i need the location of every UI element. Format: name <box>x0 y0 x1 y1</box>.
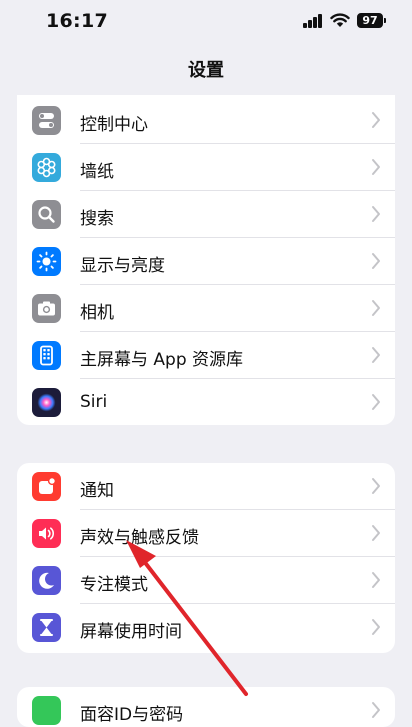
settings-row-label: 通知 <box>80 481 114 501</box>
settings-group-1: 控制中心 墙纸 搜索 显示与亮度 相机 主屏幕与 App 资源库 Siri <box>17 95 395 425</box>
settings-row-label: 主屏幕与 App 资源库 <box>80 350 244 370</box>
chevron-right-icon <box>372 112 380 128</box>
settings-row-label: 控制中心 <box>80 115 148 135</box>
settings-row-label: 墙纸 <box>80 162 114 182</box>
settings-row-label: 搜索 <box>80 209 114 229</box>
settings-row-label: Siri <box>80 392 108 412</box>
settings-row-screen-time[interactable]: 屏幕使用时间 <box>17 604 395 651</box>
settings-group-2: 通知 声效与触感反馈 专注模式 屏幕使用时间 <box>17 463 395 653</box>
search-icon <box>32 200 61 229</box>
chevron-right-icon <box>372 159 380 175</box>
chevron-right-icon <box>372 300 380 316</box>
control-center-icon <box>32 106 61 135</box>
settings-row-face-id[interactable]: 面容ID与密码 <box>17 687 395 727</box>
status-bar: 16:17 97 <box>0 0 412 44</box>
battery-tip <box>384 18 386 23</box>
screen-time-icon <box>32 613 61 642</box>
notifications-icon <box>32 472 61 501</box>
settings-row-siri[interactable]: Siri <box>17 379 395 425</box>
chevron-right-icon <box>372 394 380 410</box>
settings-row-label: 屏幕使用时间 <box>80 622 182 642</box>
settings-row-focus[interactable]: 专注模式 <box>17 557 395 604</box>
settings-row-wallpaper[interactable]: 墙纸 <box>17 144 395 191</box>
page-title: 设置 <box>188 60 224 81</box>
chevron-right-icon <box>372 347 380 363</box>
settings-row-label: 专注模式 <box>80 575 148 595</box>
settings-row-label: 面容ID与密码 <box>80 705 184 725</box>
siri-icon <box>32 388 61 417</box>
cellular-signal-icon <box>303 14 323 28</box>
settings-row-display-brightness[interactable]: 显示与亮度 <box>17 238 395 285</box>
battery-icon: 97 <box>357 13 383 28</box>
camera-icon <box>32 294 61 323</box>
chevron-right-icon <box>372 619 380 635</box>
settings-row-home-screen[interactable]: 主屏幕与 App 资源库 <box>17 332 395 379</box>
wallpaper-icon <box>32 153 61 182</box>
home-screen-icon <box>32 341 61 370</box>
settings-row-control-center[interactable]: 控制中心 <box>17 95 395 144</box>
chevron-right-icon <box>372 525 380 541</box>
settings-row-label: 声效与触感反馈 <box>80 528 199 548</box>
settings-row-label: 显示与亮度 <box>80 256 165 276</box>
settings-row-sounds-haptics[interactable]: 声效与触感反馈 <box>17 510 395 557</box>
focus-moon-icon <box>32 566 61 595</box>
face-id-icon <box>32 696 61 725</box>
settings-row-search[interactable]: 搜索 <box>17 191 395 238</box>
chevron-right-icon <box>372 253 380 269</box>
wifi-icon <box>330 13 350 27</box>
chevron-right-icon <box>372 572 380 588</box>
settings-group-3: 面容ID与密码 <box>17 687 395 727</box>
chevron-right-icon <box>372 478 380 494</box>
chevron-right-icon <box>372 702 380 718</box>
settings-row-notifications[interactable]: 通知 <box>17 463 395 510</box>
settings-row-label: 相机 <box>80 303 114 323</box>
chevron-right-icon <box>372 206 380 222</box>
settings-row-camera[interactable]: 相机 <box>17 285 395 332</box>
sounds-icon <box>32 519 61 548</box>
status-time: 16:17 <box>46 10 108 32</box>
brightness-icon <box>32 247 61 276</box>
